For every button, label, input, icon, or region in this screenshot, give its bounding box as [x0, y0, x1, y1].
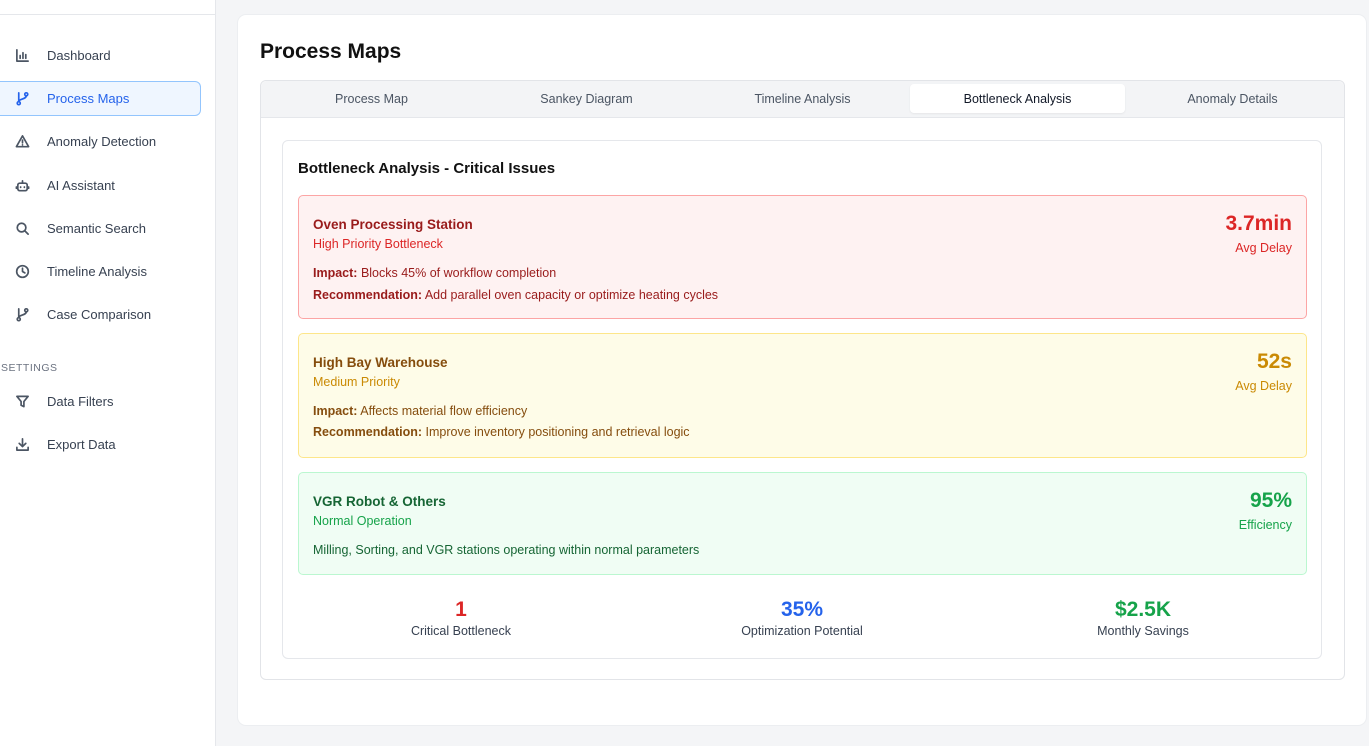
sidebar-item-label: Process Maps	[47, 91, 130, 106]
sidebar-item-label: Case Comparison	[47, 307, 152, 322]
issue-card-normal: VGR Robot & Others Normal Operation Mill…	[298, 472, 1307, 575]
issue-name: High Bay Warehouse	[313, 355, 448, 370]
filter-icon	[14, 394, 30, 410]
stat-monthly-savings: $2.5K Monthly Savings	[1043, 597, 1243, 638]
settings-heading: SETTINGS	[1, 362, 58, 374]
issue-metric-value: 52s	[1256, 350, 1292, 373]
sidebar-item-ai-assistant[interactable]: AI Assistant	[0, 168, 201, 203]
sidebar-item-label: Dashboard	[47, 48, 111, 63]
stat-value: $2.5K	[1114, 598, 1172, 621]
issue-impact: Impact: Blocks 45% of workflow completio…	[313, 266, 556, 280]
page-title: Process Maps	[260, 40, 402, 63]
sidebar-item-label: AI Assistant	[47, 178, 115, 193]
issue-metric-value: 95%	[1249, 489, 1292, 512]
tab-sankey-diagram[interactable]: Sankey Diagram	[479, 84, 694, 113]
sidebar-item-label: Data Filters	[47, 394, 114, 409]
bar-chart-icon	[14, 48, 30, 64]
search-icon	[14, 221, 30, 237]
sidebar-item-timeline-analysis[interactable]: Timeline Analysis	[0, 254, 201, 289]
sidebar-item-export-data[interactable]: Export Data	[0, 427, 201, 462]
warning-triangle-icon	[14, 134, 30, 150]
stat-optimization-potential: 35% Optimization Potential	[702, 597, 902, 638]
bottleneck-analysis-panel: Bottleneck Analysis - Critical Issues Ov…	[282, 140, 1322, 659]
download-icon	[14, 437, 30, 453]
issue-metric-value: 3.7min	[1225, 212, 1292, 235]
tab-process-map[interactable]: Process Map	[264, 84, 479, 113]
sidebar-divider	[0, 14, 215, 15]
sidebar-item-dashboard[interactable]: Dashboard	[0, 38, 201, 73]
stat-critical-bottleneck: 1 Critical Bottleneck	[361, 597, 561, 638]
issue-metric-label: Efficiency	[1238, 518, 1292, 532]
issue-impact: Impact: Affects material flow efficiency	[313, 404, 527, 418]
robot-icon	[14, 178, 30, 194]
recommendation-text: Improve inventory positioning and retrie…	[425, 425, 690, 439]
recommendation-label: Recommendation:	[313, 425, 423, 439]
tab-bottleneck-analysis[interactable]: Bottleneck Analysis	[910, 84, 1125, 113]
main-card: Process Maps Process Map Sankey Diagram …	[238, 15, 1366, 725]
sidebar-item-label: Timeline Analysis	[47, 264, 147, 279]
sidebar-item-data-filters[interactable]: Data Filters	[0, 384, 201, 419]
section-title: Bottleneck Analysis - Critical Issues	[298, 160, 556, 177]
sidebar-item-label: Semantic Search	[47, 221, 146, 236]
tabs-panel: Process Map Sankey Diagram Timeline Anal…	[260, 80, 1345, 680]
recommendation-label: Recommendation:	[313, 288, 423, 302]
sidebar-item-label: Export Data	[47, 437, 116, 452]
impact-label: Impact:	[313, 404, 358, 418]
issue-metric-label: Avg Delay	[1235, 241, 1292, 255]
issue-name: Oven Processing Station	[313, 217, 473, 232]
issue-priority: Normal Operation	[313, 514, 412, 528]
sidebar-item-process-maps[interactable]: Process Maps	[0, 81, 201, 116]
recommendation-text: Add parallel oven capacity or optimize h…	[424, 288, 719, 302]
issue-description: Milling, Sorting, and VGR stations opera…	[313, 543, 700, 557]
tab-timeline-analysis[interactable]: Timeline Analysis	[695, 84, 910, 113]
clock-icon	[14, 264, 30, 280]
impact-text: Affects material flow efficiency	[360, 404, 528, 418]
issue-priority: Medium Priority	[313, 375, 400, 389]
sidebar-item-anomaly-detection[interactable]: Anomaly Detection	[0, 124, 201, 159]
impact-label: Impact:	[313, 266, 358, 280]
git-branch-icon	[14, 307, 30, 323]
issue-card-medium: High Bay Warehouse Medium Priority Impac…	[298, 333, 1307, 458]
stat-label: Critical Bottleneck	[410, 624, 512, 638]
stat-value: 35%	[780, 598, 824, 621]
issue-card-critical: Oven Processing Station High Priority Bo…	[298, 195, 1307, 319]
stat-label: Monthly Savings	[1097, 624, 1189, 638]
sidebar: Dashboard Process Maps Anomaly Detection…	[0, 0, 216, 746]
sidebar-item-semantic-search[interactable]: Semantic Search	[0, 211, 201, 246]
stat-label: Optimization Potential	[741, 624, 863, 638]
issue-recommendation: Recommendation: Improve inventory positi…	[313, 425, 690, 439]
stat-value: 1	[455, 598, 467, 621]
issue-metric-label: Avg Delay	[1235, 379, 1292, 393]
tab-bar: Process Map Sankey Diagram Timeline Anal…	[261, 81, 1344, 118]
impact-text: Blocks 45% of workflow completion	[360, 266, 557, 280]
tab-anomaly-details[interactable]: Anomaly Details	[1125, 84, 1340, 113]
issue-name: VGR Robot & Others	[313, 494, 446, 509]
issue-priority: High Priority Bottleneck	[313, 237, 443, 251]
sidebar-item-label: Anomaly Detection	[47, 134, 157, 149]
sidebar-item-case-comparison[interactable]: Case Comparison	[0, 297, 201, 332]
issue-recommendation: Recommendation: Add parallel oven capaci…	[313, 288, 718, 302]
git-branch-icon	[14, 91, 30, 107]
